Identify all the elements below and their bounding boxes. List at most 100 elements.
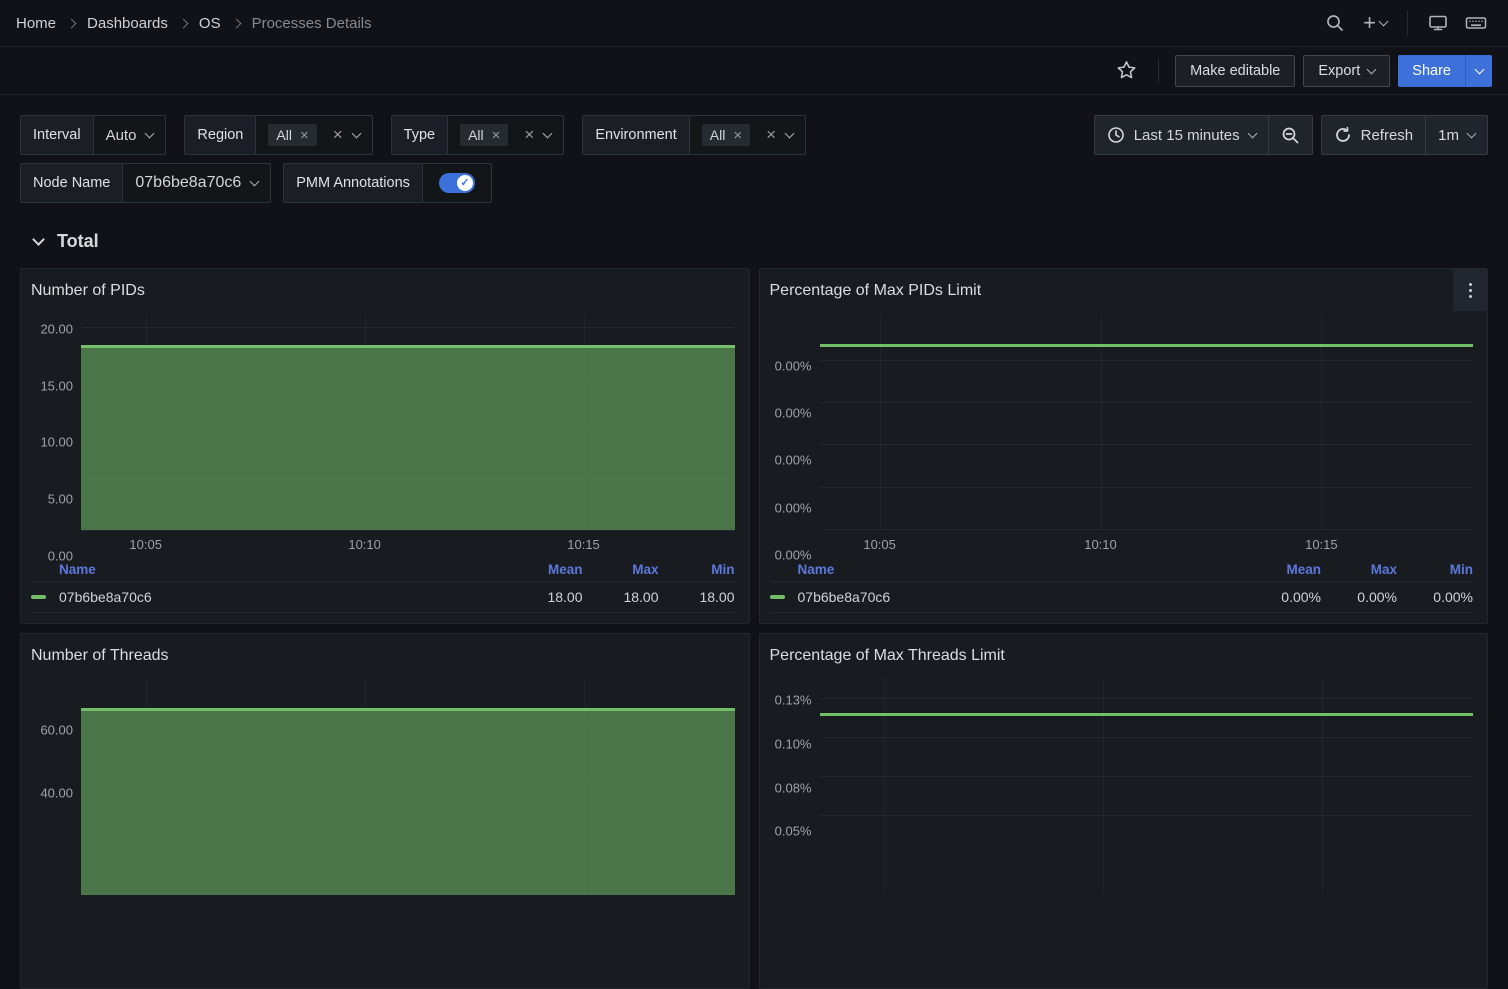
breadcrumb-os[interactable]: OS: [199, 15, 221, 32]
legend-header-name[interactable]: Name: [59, 562, 507, 577]
add-menu-button[interactable]: +: [1357, 12, 1393, 34]
plot-area: [81, 678, 735, 895]
nav-actions: +: [1319, 7, 1492, 39]
x-axis-labels: [820, 895, 1474, 921]
chevron-down-icon: [32, 233, 45, 246]
type-select[interactable]: All × ×: [448, 116, 563, 154]
top-nav: Home Dashboards OS Processes Details +: [0, 0, 1508, 47]
chevron-down-icon: [1474, 64, 1484, 74]
panel-percentage-max-threads: Percentage of Max Threads Limit 0.13%0.1…: [759, 633, 1489, 989]
y-axis-labels: 0.00%0.00%0.00%0.00%0.00%: [770, 313, 820, 556]
type-chip[interactable]: All ×: [460, 124, 508, 146]
series-name[interactable]: 07b6be8a70c6: [59, 589, 507, 605]
export-label: Export: [1318, 63, 1360, 79]
make-editable-button[interactable]: Make editable: [1175, 55, 1295, 87]
search-icon[interactable]: [1319, 7, 1351, 39]
zoom-out-icon: [1281, 126, 1300, 145]
legend-header-max[interactable]: Max: [583, 562, 659, 577]
monitor-icon[interactable]: [1422, 7, 1454, 39]
y-axis-labels: 0.13%0.10%0.08%0.05%: [770, 678, 820, 921]
legend-header-name[interactable]: Name: [798, 562, 1246, 577]
x-axis-labels: [81, 895, 735, 921]
breadcrumb: Home Dashboards OS Processes Details: [16, 15, 372, 32]
dashboard-toolbar: Make editable Export Share: [0, 47, 1508, 95]
close-icon[interactable]: ×: [733, 128, 742, 143]
share-button[interactable]: Share: [1398, 55, 1465, 87]
legend-header-min[interactable]: Min: [659, 562, 735, 577]
node-name-select[interactable]: 07b6be8a70c6: [123, 164, 270, 202]
interval-control: Interval Auto: [20, 115, 166, 155]
region-chip[interactable]: All×: [268, 124, 316, 146]
region-select[interactable]: All× ×: [256, 116, 371, 154]
chip-label: All: [468, 127, 484, 143]
breadcrumb-home[interactable]: Home: [16, 15, 56, 32]
legend-header-mean[interactable]: Mean: [1245, 562, 1321, 577]
section-total-header[interactable]: Total: [34, 227, 1508, 255]
time-controls: Last 15 minutes Refresh 1m: [1094, 115, 1488, 155]
share-button-group: Share: [1398, 55, 1492, 87]
legend-header-min[interactable]: Min: [1397, 562, 1473, 577]
environment-label: Environment: [583, 116, 689, 154]
legend-row: 07b6be8a70c6 0.00% 0.00% 0.00%: [770, 582, 1474, 613]
panel-title[interactable]: Percentage of Max PIDs Limit: [770, 277, 1474, 305]
pmm-annotations-toggle[interactable]: ✓: [439, 173, 475, 193]
panel-title[interactable]: Percentage of Max Threads Limit: [770, 642, 1474, 670]
chevron-right-icon: [178, 18, 188, 28]
filter-bar: Interval Auto Region All× × Type All× × …: [0, 95, 1508, 202]
series-min: 18.00: [659, 589, 735, 605]
environment-control: Environment All× ×: [582, 115, 806, 155]
refresh-interval-select[interactable]: 1m: [1425, 116, 1487, 154]
plot-area: [820, 678, 1474, 895]
y-axis-labels: 20.0015.0010.005.000.00: [31, 313, 81, 556]
clock-icon: [1107, 126, 1125, 144]
environment-chip[interactable]: All×: [702, 124, 750, 146]
type-control: Type All× ×: [391, 115, 565, 155]
refresh-label: Refresh: [1361, 127, 1414, 144]
refresh-interval-value: 1m: [1438, 127, 1459, 144]
chevron-down-icon: [351, 129, 361, 139]
breadcrumb-dashboards[interactable]: Dashboards: [87, 15, 168, 32]
chevron-down-icon: [250, 177, 260, 187]
series-max: 18.00: [583, 589, 659, 605]
panel-title[interactable]: Number of PIDs: [31, 277, 735, 305]
close-icon[interactable]: ×: [300, 128, 309, 143]
refresh-button[interactable]: Refresh: [1322, 116, 1426, 154]
region-label: Region: [185, 116, 256, 154]
pmm-annotations-switch-area: ✓: [423, 164, 491, 202]
clear-icon[interactable]: ×: [766, 125, 776, 145]
chevron-down-icon: [1247, 129, 1257, 139]
time-range-picker[interactable]: Last 15 minutes: [1095, 116, 1268, 154]
series-swatch: [770, 595, 798, 599]
chevron-down-icon: [1367, 64, 1377, 74]
pmm-annotations-label: PMM Annotations: [284, 164, 423, 202]
chevron-down-icon: [543, 129, 553, 139]
filter-row-1: Interval Auto Region All× × Type All× × …: [20, 116, 1488, 154]
share-menu-button[interactable]: [1465, 55, 1492, 87]
node-name-value: 07b6be8a70c6: [135, 174, 241, 192]
legend: Name Mean Max Min 07b6be8a70c6 18.00 18.…: [31, 558, 735, 613]
section-title: Total: [57, 231, 99, 252]
keyboard-icon[interactable]: [1460, 7, 1492, 39]
panel-percentage-max-pids: Percentage of Max PIDs Limit 0.00%0.00%0…: [759, 268, 1489, 624]
panel-title[interactable]: Number of Threads: [31, 642, 735, 670]
series-name[interactable]: 07b6be8a70c6: [798, 589, 1246, 605]
close-icon[interactable]: ×: [492, 128, 501, 143]
chevron-down-icon: [145, 129, 155, 139]
favorite-star-icon[interactable]: [1110, 55, 1142, 87]
environment-select[interactable]: All× ×: [690, 116, 805, 154]
zoom-out-button[interactable]: [1268, 116, 1312, 154]
chevron-right-icon: [67, 18, 77, 28]
export-button[interactable]: Export: [1303, 55, 1390, 87]
pmm-annotations-control: PMM Annotations ✓: [283, 163, 492, 203]
clear-icon[interactable]: ×: [333, 125, 343, 145]
panel-number-of-pids: Number of PIDs 20.0015.0010.005.000.00 1…: [20, 268, 750, 624]
node-name-control: Node Name 07b6be8a70c6: [20, 163, 271, 203]
interval-label: Interval: [21, 116, 94, 154]
series-mean: 0.00%: [1245, 589, 1321, 605]
clear-icon[interactable]: ×: [524, 125, 534, 145]
legend-header-mean[interactable]: Mean: [507, 562, 583, 577]
panel-menu-kebab-icon[interactable]: [1453, 269, 1487, 311]
legend-header-max[interactable]: Max: [1321, 562, 1397, 577]
region-control: Region All× ×: [184, 115, 372, 155]
interval-select[interactable]: Auto: [94, 116, 166, 154]
